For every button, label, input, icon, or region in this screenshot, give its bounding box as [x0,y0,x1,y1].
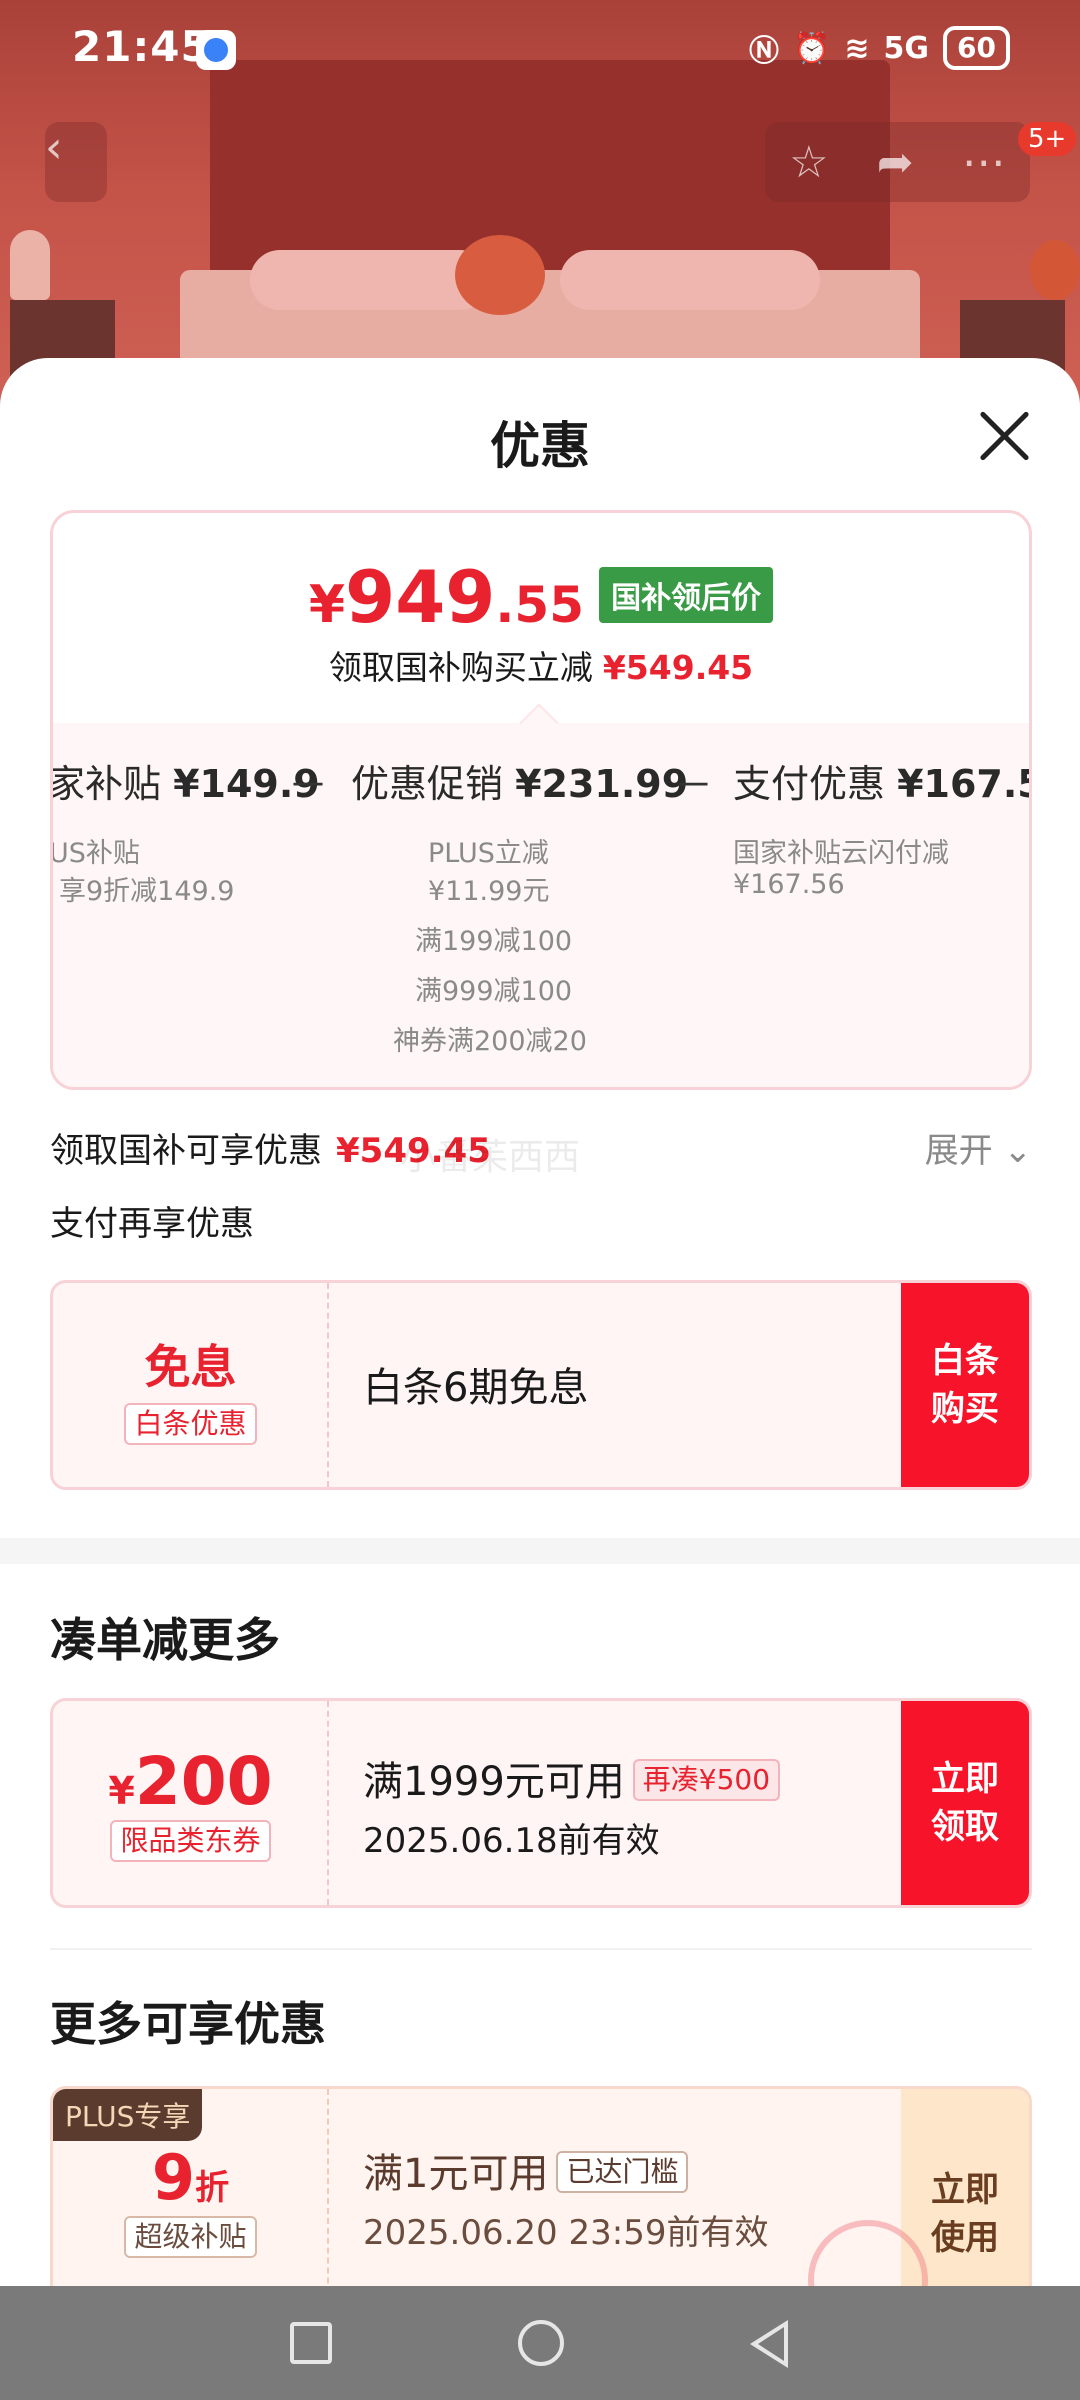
baitiao-tag: 白条优惠 [124,1403,257,1445]
system-nav-bar [0,2286,1080,2400]
promotion-line: 满999减100 [415,976,573,1007]
chevron-down-icon: ⌄ [1003,1131,1033,1171]
discount-columns: 家补贴 ¥149.9 US补贴 享9折减149.9 － 优惠促销 ¥231.99… [50,753,1029,1087]
coupon-category-tag: 限品类东券 [110,1820,271,1862]
pay-more-title: 支付再享优惠 [50,1204,254,1244]
plus-validity: 2025.06.20 23:59前有效 [363,2213,769,2253]
threshold-reached-tag: 已达门槛 [556,2151,689,2193]
interest-free-label: 免息 [144,1340,237,1394]
more-icon[interactable]: ⋯ [962,137,1006,188]
baitiao-coupon-card: 免息 白条优惠 白条6期免息 白条购买 [50,1280,1032,1490]
battery-icon: 60 [943,26,1010,70]
minus-sign: － [673,763,713,809]
promotion-head: 优惠促销 ¥231.99 [351,762,689,806]
promotion-line: 满199减100 [415,926,573,957]
plus-discount: 9折 [151,2141,230,2214]
national-subsidy-head: 家补贴 ¥149.9 [50,762,320,806]
section-title-more: 更多可享优惠 [50,1997,326,2051]
section-title-combine: 凑单减更多 [50,1613,280,1667]
section-divider [0,1538,1080,1564]
claim-coupon-button[interactable]: 立即领取 [901,1701,1029,1905]
signal-icon: 5G [883,30,930,66]
instant-discount-amount: ¥549.45 [602,648,754,687]
discount-sheet: 优惠 ¥949.55 国补领后价 领取国补购买立减 ¥549.45 家补贴 ¥14… [0,358,1080,2288]
promotion-line: 神券满200减20 [393,1026,587,1057]
plus-condition: 满1元可用 [363,2151,549,2197]
price-breakdown-card: ¥949.55 国补领后价 领取国补购买立减 ¥549.45 家补贴 ¥149.9… [50,510,1032,1090]
coupon-200-card: ¥200 限品类东券 满1999元可用 再凑¥500 2025.06.18前有效 … [50,1698,1032,1908]
promotion-line: ¥11.99元 [428,876,550,907]
wifi-icon: ≋ [844,30,870,66]
coupon-condition: 满1999元可用 [363,1759,625,1805]
recent-apps-icon[interactable] [290,2322,332,2364]
status-bar: 21:45 Ⓝ ⏰ ≋ 5G 60 [0,0,1080,100]
message-badge: 5+ [1018,122,1077,156]
final-price: ¥949.55 国补领后价 [53,555,1029,639]
favorite-star-icon[interactable]: ☆ [789,137,828,188]
alarm-icon: ⏰ [793,30,831,66]
share-icon[interactable]: ➦ [877,137,914,188]
price-integer: 949 [345,555,496,639]
national-subsidy-line: US补贴 [50,838,140,869]
close-icon[interactable] [972,403,1036,467]
payment-discount-line: ¥167.56 [733,869,845,900]
national-subsidy-line: 享9折减149.9 [59,876,235,907]
promotion-line: PLUS立减 [428,838,549,869]
watermark: 小番茱西西 [400,1137,581,1178]
home-icon[interactable] [518,2320,564,2366]
back-button[interactable]: ‹ [45,122,107,202]
status-time: 21:45 [72,22,211,71]
super-subsidy-tag: 超级补贴 [124,2216,257,2258]
instant-discount-line: 领取国补购买立减 ¥549.45 [328,648,754,687]
coupon-extra-tag: 再凑¥500 [632,1759,781,1801]
chevron-left-icon: ‹ [45,122,63,173]
app-notification-icon [196,30,236,70]
top-actions: ☆ ➦ ⋯ [765,122,1030,202]
payment-discount-line: 国家补贴云闪付减 [733,838,949,869]
baitiao-buy-button[interactable]: 白条购买 [901,1283,1029,1487]
price-decimal: .55 [495,576,584,634]
nfc-icon: Ⓝ [749,34,780,69]
payment-discount-head: 支付优惠 ¥167.56 [733,762,1029,806]
minus-sign: － [288,763,328,809]
sheet-title: 优惠 [490,417,590,475]
back-triangle-icon[interactable] [750,2320,788,2368]
baitiao-description: 白条6期免息 [363,1365,589,1411]
subsidy-price-tag: 国补领后价 [599,567,774,623]
coupon-amount: ¥200 [108,1743,273,1820]
coupon-validity: 2025.06.18前有效 [363,1821,660,1861]
expand-toggle[interactable]: 展开 ⌄ [925,1123,1032,1172]
